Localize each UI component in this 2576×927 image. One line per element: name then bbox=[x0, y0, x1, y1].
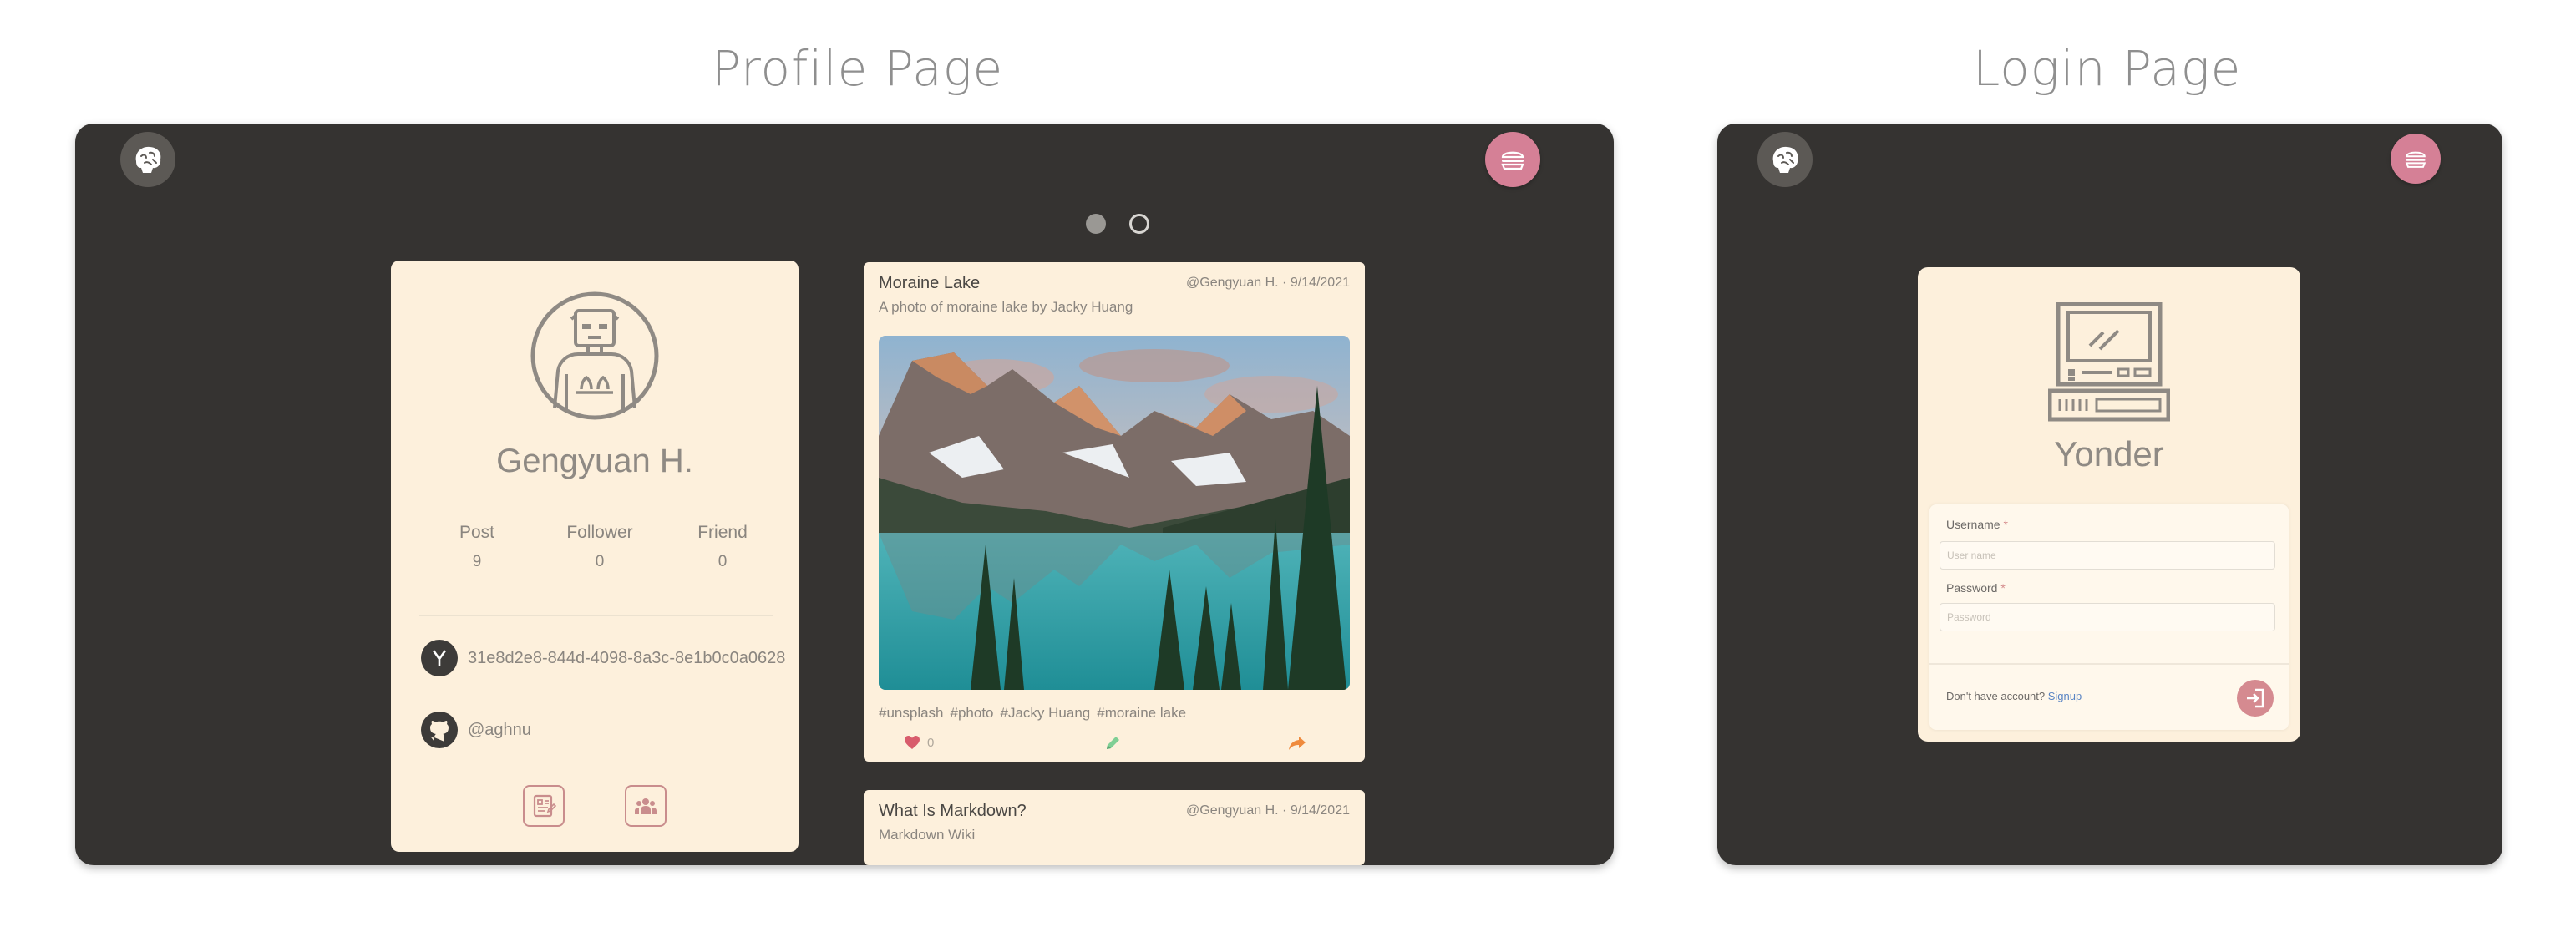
profile-github: @aghnu bbox=[468, 720, 531, 739]
profile-name: Gengyuan H. bbox=[496, 443, 693, 479]
form-divider bbox=[1929, 663, 2289, 665]
signup-link[interactable]: Signup bbox=[2048, 690, 2082, 702]
like-count: 0 bbox=[927, 735, 935, 750]
brain-icon bbox=[135, 146, 161, 173]
post-tag[interactable]: #Jacky Huang bbox=[1001, 705, 1091, 722]
carousel-dot-1[interactable] bbox=[1086, 214, 1106, 234]
avatar-icon bbox=[530, 291, 659, 420]
post-subtitle: Markdown Wiki bbox=[879, 827, 976, 843]
post-meta-separator: · bbox=[1282, 276, 1287, 290]
profile-page-title: Profile Page bbox=[712, 40, 1004, 97]
profile-card: Gengyuan H. Post 9 Follower 0 Friend 0 3… bbox=[391, 261, 799, 852]
signup-prompt: Don't have account? Signup bbox=[1946, 690, 2082, 702]
stat-value: 0 bbox=[718, 553, 728, 570]
username-label: Username * bbox=[1946, 518, 2008, 531]
post-date: 9/14/2021 bbox=[1290, 276, 1350, 290]
burger-icon bbox=[1501, 151, 1524, 170]
username-label-text: Username bbox=[1946, 518, 2000, 531]
edit-button[interactable] bbox=[1104, 735, 1121, 752]
post-author[interactable]: @Gengyuan H. bbox=[1186, 276, 1279, 290]
brand-name: Yonder bbox=[2054, 434, 2164, 474]
like-button[interactable]: 0 bbox=[904, 735, 934, 750]
stat-value: 9 bbox=[472, 553, 482, 570]
post-actions: 0 bbox=[864, 735, 1365, 755]
brain-icon bbox=[1772, 146, 1798, 173]
stat-label: Follower bbox=[566, 523, 633, 542]
post-meta: @Gengyuan H. · 9/14/2021 bbox=[1186, 803, 1350, 818]
post-author[interactable]: @Gengyuan H. bbox=[1186, 803, 1279, 818]
stat-value: 0 bbox=[595, 553, 605, 570]
required-mark: * bbox=[2000, 581, 2006, 595]
menu-button[interactable] bbox=[1485, 132, 1540, 187]
share-button[interactable] bbox=[1288, 735, 1306, 752]
carousel-dots bbox=[1086, 214, 1149, 234]
post-tag[interactable]: #unsplash bbox=[879, 705, 944, 722]
profile-id-row: 31e8d2e8-844d-4098-8a3c-8e1b0c0a0628 bbox=[421, 640, 785, 676]
heart-icon bbox=[905, 736, 920, 749]
brain-logo-button[interactable] bbox=[1757, 132, 1813, 187]
post-title: What Is Markdown? bbox=[879, 802, 1027, 820]
share-icon bbox=[1289, 737, 1306, 750]
login-card: Yonder Username * Password * Don't have … bbox=[1918, 267, 2300, 742]
stat-label: Post bbox=[459, 523, 495, 542]
post-tag[interactable]: #photo bbox=[951, 705, 994, 722]
github-icon bbox=[421, 712, 458, 748]
required-mark: * bbox=[2003, 518, 2008, 531]
stat-follower[interactable]: Follower 0 bbox=[562, 523, 637, 571]
carousel-dot-2[interactable] bbox=[1129, 214, 1149, 234]
profile-github-row[interactable]: @aghnu bbox=[421, 712, 531, 748]
post-tag[interactable]: #moraine lake bbox=[1097, 705, 1186, 722]
post-tags: #unsplash #photo #Jacky Huang #moraine l… bbox=[879, 705, 1186, 722]
burger-icon bbox=[2405, 151, 2426, 168]
post-meta: @Gengyuan H. · 9/14/2021 bbox=[1186, 276, 1350, 291]
post-meta-separator: · bbox=[1282, 803, 1287, 818]
menu-button[interactable] bbox=[2391, 134, 2441, 184]
password-label: Password * bbox=[1946, 581, 2006, 595]
login-window: Yonder Username * Password * Don't have … bbox=[1717, 124, 2502, 865]
post-image[interactable] bbox=[879, 336, 1350, 690]
login-form: Username * Password * Don't have account… bbox=[1929, 504, 2289, 730]
friends-icon bbox=[635, 798, 657, 814]
stat-friend[interactable]: Friend 0 bbox=[685, 523, 760, 571]
pencil-icon bbox=[1107, 737, 1119, 749]
post-title: Moraine Lake bbox=[879, 274, 981, 292]
post-card[interactable]: Moraine Lake @Gengyuan H. · 9/14/2021 A … bbox=[864, 262, 1365, 762]
password-label-text: Password bbox=[1946, 581, 1998, 595]
profile-stats: Post 9 Follower 0 Friend 0 bbox=[391, 523, 799, 571]
friends-button[interactable] bbox=[625, 785, 667, 827]
login-button[interactable] bbox=[2237, 680, 2274, 717]
password-input[interactable] bbox=[1940, 603, 2275, 631]
post-card[interactable]: What Is Markdown? @Gengyuan H. · 9/14/20… bbox=[864, 790, 1365, 865]
posts-button[interactable] bbox=[523, 785, 565, 827]
brain-logo-button[interactable] bbox=[120, 132, 175, 187]
post-date: 9/14/2021 bbox=[1290, 803, 1350, 818]
profile-id: 31e8d2e8-844d-4098-8a3c-8e1b0c0a0628 bbox=[468, 648, 786, 667]
signup-prompt-text: Don't have account? bbox=[1946, 690, 2046, 702]
username-input[interactable] bbox=[1940, 541, 2275, 570]
post-subtitle: A photo of moraine lake by Jacky Huang bbox=[879, 299, 1133, 315]
stat-post[interactable]: Post 9 bbox=[439, 523, 515, 571]
login-page-title: Login Page bbox=[1973, 40, 2242, 97]
sign-in-icon bbox=[2247, 688, 2264, 708]
y-combinator-icon bbox=[421, 640, 458, 676]
computer-icon bbox=[2048, 302, 2170, 422]
posts-icon bbox=[533, 794, 557, 818]
profile-window: Gengyuan H. Post 9 Follower 0 Friend 0 3… bbox=[75, 124, 1614, 865]
stat-label: Friend bbox=[697, 523, 748, 542]
profile-divider bbox=[419, 615, 773, 616]
